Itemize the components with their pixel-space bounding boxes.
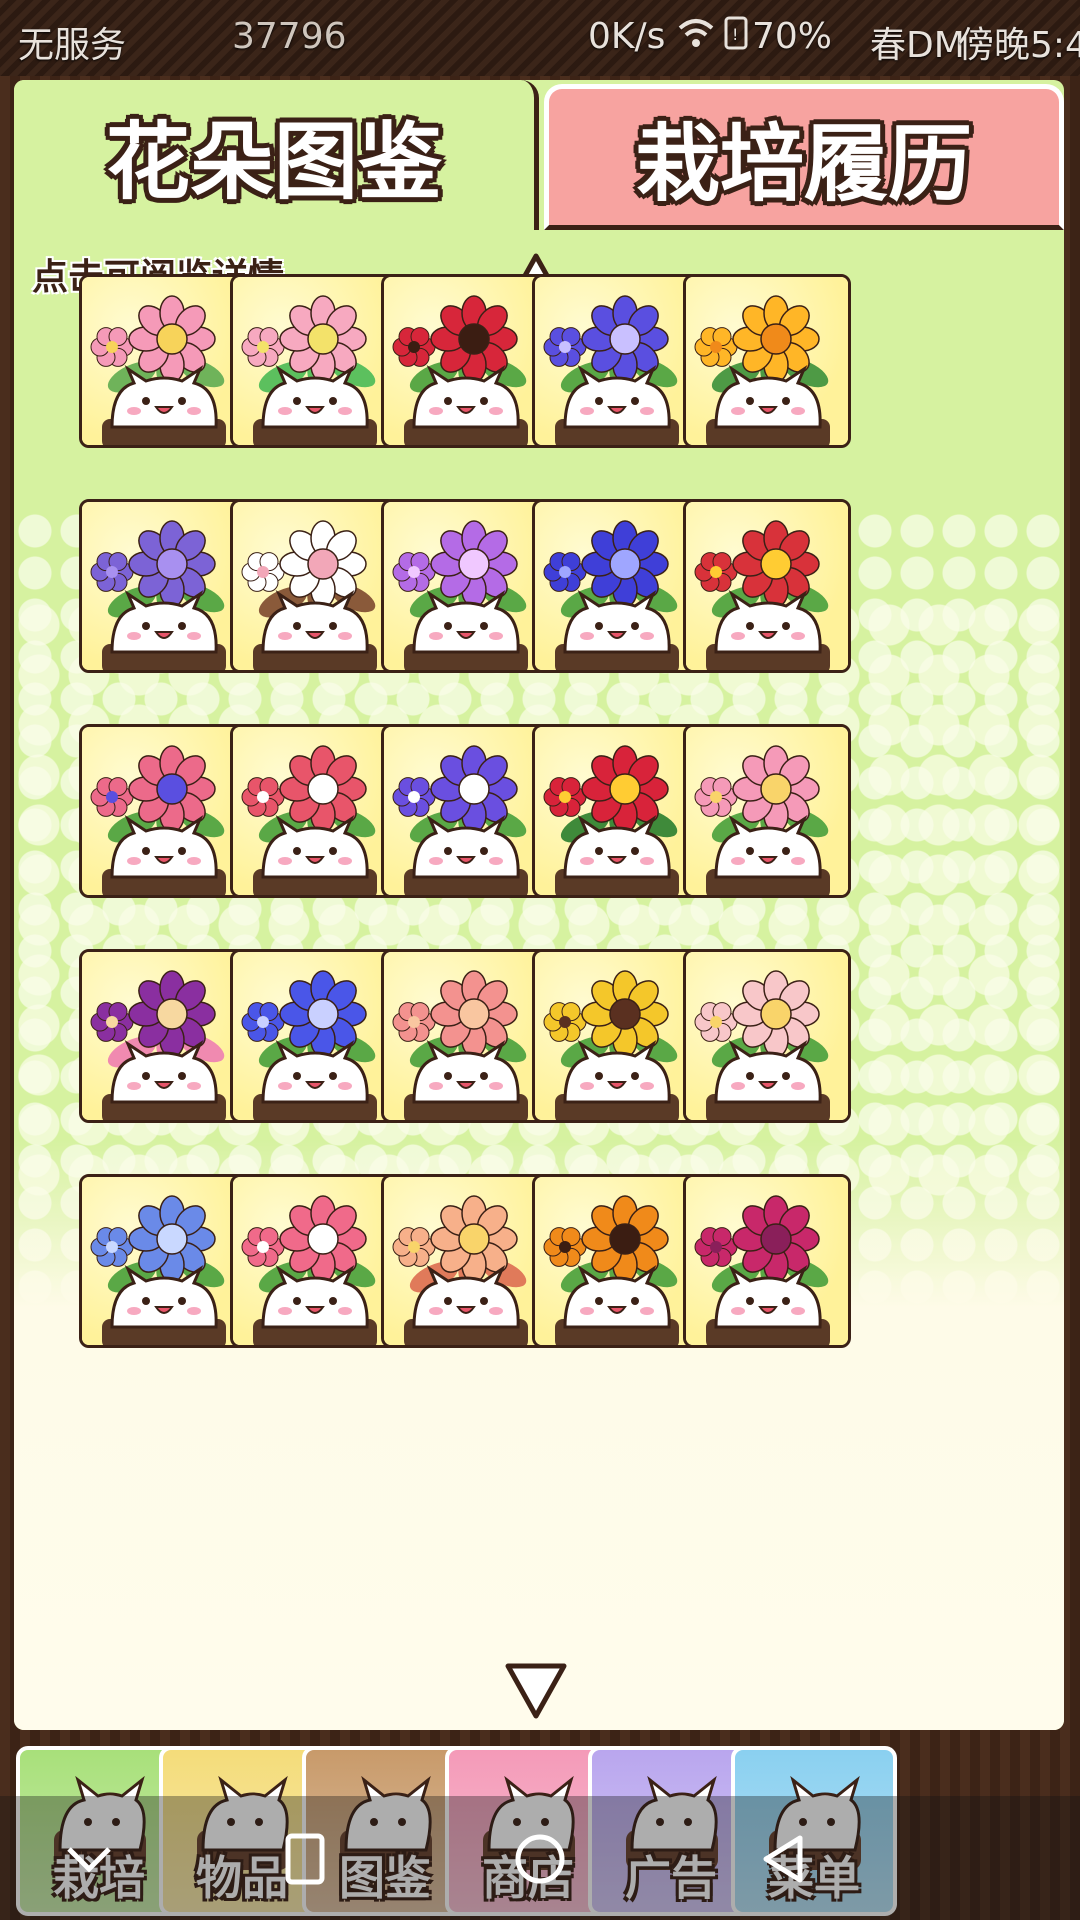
tablet-icon[interactable]	[270, 1824, 340, 1894]
flower-icon	[543, 745, 679, 895]
scroll-down-arrow-icon[interactable]	[504, 1662, 568, 1720]
flower-card-peony[interactable]	[381, 949, 549, 1123]
flower-icon	[694, 520, 830, 670]
flower-card-spider-lily[interactable]	[683, 1174, 851, 1348]
network-speed: 0K/s	[588, 16, 666, 57]
flower-icon	[90, 1195, 226, 1345]
flower-card-orchid[interactable]	[683, 949, 851, 1123]
flower-card-morning-glory[interactable]	[381, 724, 549, 898]
flower-icon	[543, 295, 679, 445]
flower-icon	[90, 295, 226, 445]
flower-card-bellflower[interactable]	[532, 499, 700, 673]
flower-icon	[392, 520, 528, 670]
flower-card-pansy[interactable]	[532, 949, 700, 1123]
flower-icon	[241, 745, 377, 895]
svg-text:!: !	[732, 25, 738, 44]
flower-card-primrose[interactable]	[683, 499, 851, 673]
flower-icon	[90, 970, 226, 1120]
flower-card-fire-lily[interactable]	[381, 1174, 549, 1348]
flower-icon	[694, 970, 830, 1120]
flower-icon	[694, 1195, 830, 1345]
collapse-icon[interactable]	[54, 1824, 124, 1894]
flower-icon	[241, 295, 377, 445]
flower-card-lotus[interactable]	[683, 724, 851, 898]
flower-icon	[241, 1195, 377, 1345]
battery-level: 70%	[752, 16, 833, 57]
flower-card-cyclamen[interactable]	[230, 1174, 398, 1348]
tab-flower-book-label: 花朵图鉴	[105, 112, 442, 211]
flower-card-cherry-blossom[interactable]	[230, 499, 398, 673]
flower-icon	[543, 1195, 679, 1345]
flower-icon	[241, 970, 377, 1120]
flower-icon	[392, 1195, 528, 1345]
flower-icon	[694, 745, 830, 895]
status-bar: 无服务 37796 0K/s ! 70% 春DM 傍晚5:48	[0, 0, 1080, 76]
flower-card-blue-star[interactable]	[230, 949, 398, 1123]
flower-card-poppy[interactable]	[381, 274, 549, 448]
flower-card-rose[interactable]	[230, 274, 398, 448]
flower-card-hydrangea-mix[interactable]	[79, 724, 247, 898]
flower-icon	[90, 520, 226, 670]
flower-card-dahlia[interactable]	[381, 499, 549, 673]
flower-icon	[392, 295, 528, 445]
tab-cultivation-history[interactable]: 栽培履历	[544, 84, 1064, 230]
flower-icon	[241, 520, 377, 670]
flower-card-bluebell[interactable]	[532, 274, 700, 448]
encyclopedia-panel: 花朵图鉴 栽培履历 点击可阅览详情。	[14, 80, 1064, 1730]
flower-card-dianthus[interactable]	[230, 724, 398, 898]
flower-icon	[694, 295, 830, 445]
flower-icon	[90, 745, 226, 895]
flower-icon	[392, 970, 528, 1120]
flower-card-mushroom[interactable]	[79, 949, 247, 1123]
flower-card-sunflower[interactable]	[683, 274, 851, 448]
wifi-icon	[678, 18, 714, 59]
sim-icon: !	[724, 16, 748, 59]
flower-card-lavender[interactable]	[79, 499, 247, 673]
clock: 傍晚5:48	[958, 25, 1080, 66]
flower-card-cosmos[interactable]	[79, 274, 247, 448]
carrier-label: 无服务	[18, 25, 127, 66]
home-icon[interactable]	[505, 1824, 575, 1894]
flower-card-hydrangea[interactable]	[79, 1174, 247, 1348]
tab-flower-book[interactable]: 花朵图鉴	[14, 80, 539, 230]
system-nav-bar	[0, 1796, 1080, 1920]
tab-cultivation-history-label: 栽培履历	[635, 114, 972, 213]
flower-card-camellia[interactable]	[532, 724, 700, 898]
flower-card-pumpkin[interactable]	[532, 1174, 700, 1348]
flower-icon	[543, 520, 679, 670]
flower-icon	[543, 970, 679, 1120]
network-value: 37796	[232, 16, 347, 57]
status-extra: 春DM	[870, 25, 965, 66]
back-icon[interactable]	[750, 1824, 820, 1894]
flower-icon	[392, 745, 528, 895]
